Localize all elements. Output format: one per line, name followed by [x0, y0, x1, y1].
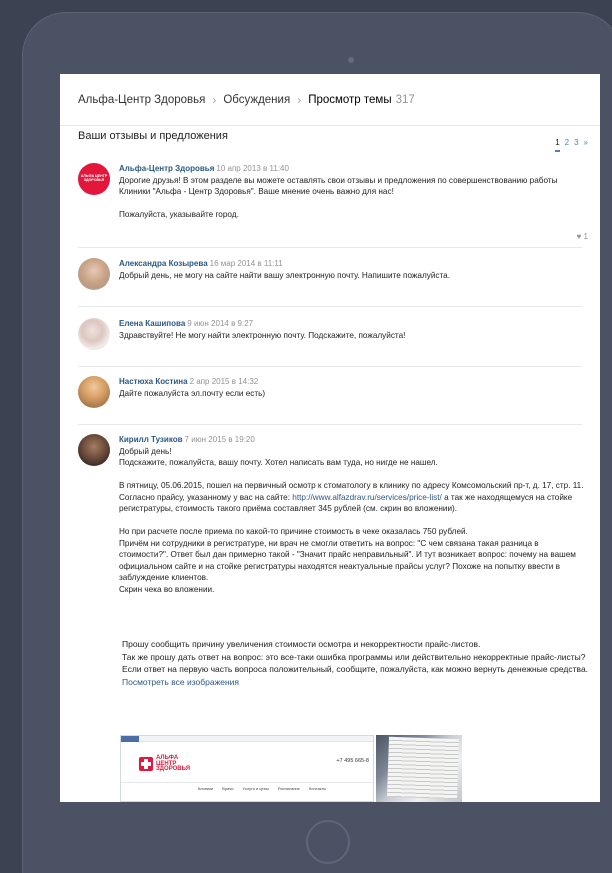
post-date[interactable]: 9 июн 2014 в 9:27: [187, 319, 253, 328]
post-date[interactable]: 2 апр 2015 в 14:32: [190, 377, 259, 386]
post-date[interactable]: 10 апр 2013 в 11:40: [216, 164, 289, 173]
clinic-phone: +7 495 665-8: [336, 758, 369, 764]
post-text: Если ответ на первую часть вопроса полож…: [122, 664, 589, 674]
attachments: АЛЬФА ЦЕНТР ЗДОРОВЬЯ +7 495 665-8 Клиник…: [120, 735, 462, 802]
page-2[interactable]: 2: [565, 138, 569, 152]
post: Елена Кашипова 9 июн 2014 в 9:27 Здравств…: [78, 318, 590, 350]
divider: [78, 366, 582, 367]
page-next[interactable]: »: [584, 138, 588, 152]
home-button[interactable]: [306, 820, 350, 864]
like-button[interactable]: ♥ 1: [577, 232, 588, 241]
clinic-logo: АЛЬФА ЦЕНТР ЗДОРОВЬЯ: [139, 755, 190, 773]
post-text: Добрый день!: [119, 446, 172, 456]
post-text: Но при расчете после приема по какой-то …: [119, 527, 468, 536]
message-count: 317: [395, 93, 415, 106]
post-author[interactable]: Александра Козырева: [119, 259, 208, 268]
avatar[interactable]: [78, 376, 110, 408]
post: Кирилл Тузиков 7 июн 2015 в 19:20 Добрый …: [78, 434, 590, 595]
post-author[interactable]: Елена Кашипова: [119, 319, 185, 328]
show-all-images-link[interactable]: Посмотреть все изображения: [122, 676, 597, 689]
divider: [78, 247, 582, 248]
post-text: Подскажите, пожалуйста, вашу почту. Хоте…: [119, 458, 438, 467]
chevron-right-icon: ›: [297, 92, 302, 107]
post: АЛЬФА ЦЕНТР ЗДОРОВЬЯ Альфа-Центр Здоровь…: [78, 163, 590, 241]
divider: [78, 306, 582, 307]
breadcrumb: Альфа-Центр Здоровья › Обсуждения › Прос…: [60, 74, 600, 126]
chevron-right-icon: ›: [212, 92, 217, 107]
post-date[interactable]: 7 июн 2015 в 19:20: [185, 435, 255, 444]
breadcrumb-section[interactable]: Обсуждения: [223, 94, 290, 106]
post-text: Здравствуйте! Не могу найти электронную …: [119, 330, 406, 340]
post-text: Согласно прайсу, указанному у вас на сай…: [119, 492, 573, 514]
avatar[interactable]: АЛЬФА ЦЕНТР ЗДОРОВЬЯ: [78, 163, 110, 195]
avatar[interactable]: [78, 434, 110, 466]
page-3[interactable]: 3: [574, 138, 578, 152]
attachment-screenshot[interactable]: АЛЬФА ЦЕНТР ЗДОРОВЬЯ +7 495 665-8 Клиник…: [120, 735, 374, 802]
heart-icon: ♥: [576, 232, 582, 241]
post-author[interactable]: Настюха Костина: [119, 377, 188, 386]
topic-title: Ваши отзывы и предложения: [78, 130, 228, 142]
post-continuation: Прошу сообщить причину увеличения стоимо…: [60, 628, 600, 802]
post-text: Пожалуйста, указывайте город.: [119, 210, 239, 219]
post-text: Добрый день, не могу на сайте найти вашу…: [119, 270, 450, 280]
breadcrumb-current: Просмотр темы: [308, 93, 392, 106]
divider: [78, 424, 582, 425]
clinic-nav: Клиники Врачи Услуги и цены Расписание К…: [121, 782, 373, 792]
camera-dot: [348, 57, 354, 63]
post: Александра Козырева 16 мар 2014 в 11:11 Д…: [78, 258, 590, 290]
cross-icon: [139, 757, 153, 772]
like-count: 1: [583, 232, 588, 241]
post: Настюха Костина 2 апр 2015 в 14:32 Дайте …: [78, 376, 590, 408]
avatar[interactable]: [78, 258, 110, 290]
price-list-link[interactable]: http://www.alfazdrav.ru/services/price-l…: [292, 493, 442, 502]
pagination: 1 2 3 »: [555, 138, 588, 152]
post-text: В пятницу, 05.06.2015, пошел на первичны…: [119, 481, 584, 490]
post-author[interactable]: Кирилл Тузиков: [119, 435, 183, 444]
post-author[interactable]: Альфа-Центр Здоровья: [119, 164, 214, 173]
post-date[interactable]: 16 мар 2014 в 11:11: [210, 259, 283, 268]
post-text: Прошу сообщить причину увеличения стоимо…: [122, 639, 481, 649]
post-text: Дорогие друзья! В этом разделе вы можете…: [119, 175, 558, 197]
page-1[interactable]: 1: [555, 138, 560, 152]
receipt-paper: [386, 736, 460, 800]
attachment-receipt-photo[interactable]: [376, 735, 462, 802]
post-text: Причём ни сотрудники в регистратуре, ни …: [119, 538, 576, 583]
post-text: Дайте пожалуйста эл.почту если есть): [119, 388, 266, 398]
breadcrumb-group[interactable]: Альфа-Центр Здоровья: [78, 94, 205, 106]
post-text: Так же прошу дать ответ на вопрос: это в…: [122, 651, 586, 662]
avatar[interactable]: [78, 318, 110, 350]
post-text: Скрин чека во вложении.: [119, 584, 215, 594]
